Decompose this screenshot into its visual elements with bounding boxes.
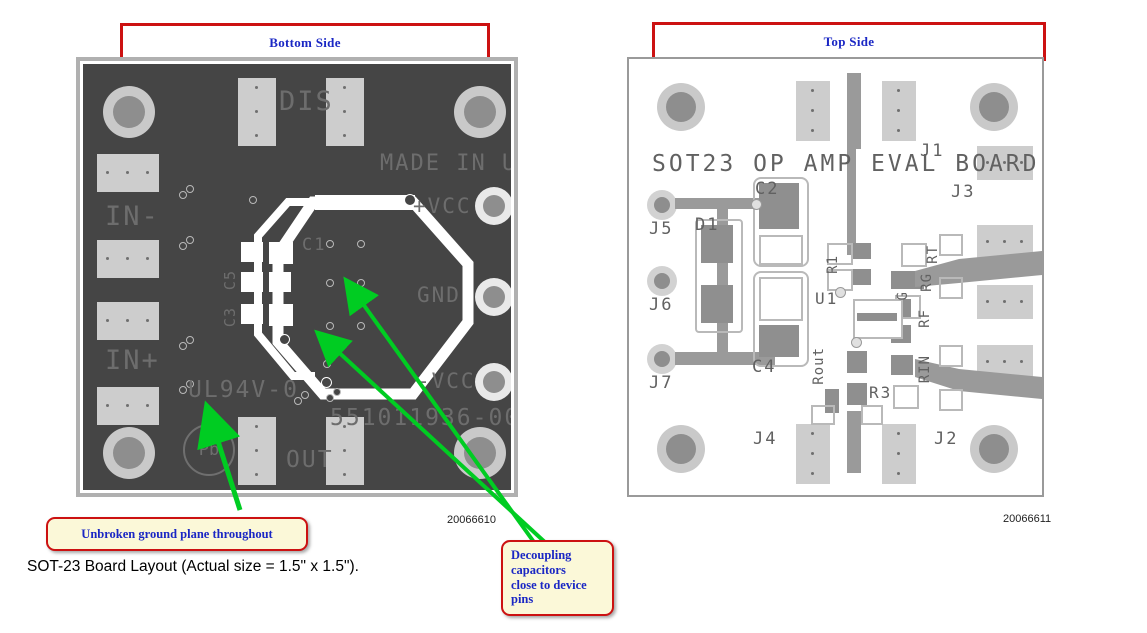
callout-ground-plane: Unbroken ground plane throughout: [46, 517, 308, 551]
callout-decoupling-text: Decoupling capacitors close to device pins: [511, 548, 587, 607]
arrow-decoupling-c3: [314, 329, 550, 547]
arrow-ground-plane: [197, 400, 243, 511]
figure-caption: SOT-23 Board Layout (Actual size = 1.5" …: [27, 558, 359, 575]
callout-decoupling: Decoupling capacitors close to device pins: [501, 540, 614, 616]
callout-ground-plane-text: Unbroken ground plane throughout: [81, 526, 273, 541]
figure-number-top: 20066611: [1003, 513, 1052, 525]
figure-canvas: Bottom Side Top Side Pb DIS MADE IN U IN…: [0, 0, 1147, 633]
figure-number-bottom: 20066610: [447, 514, 496, 526]
